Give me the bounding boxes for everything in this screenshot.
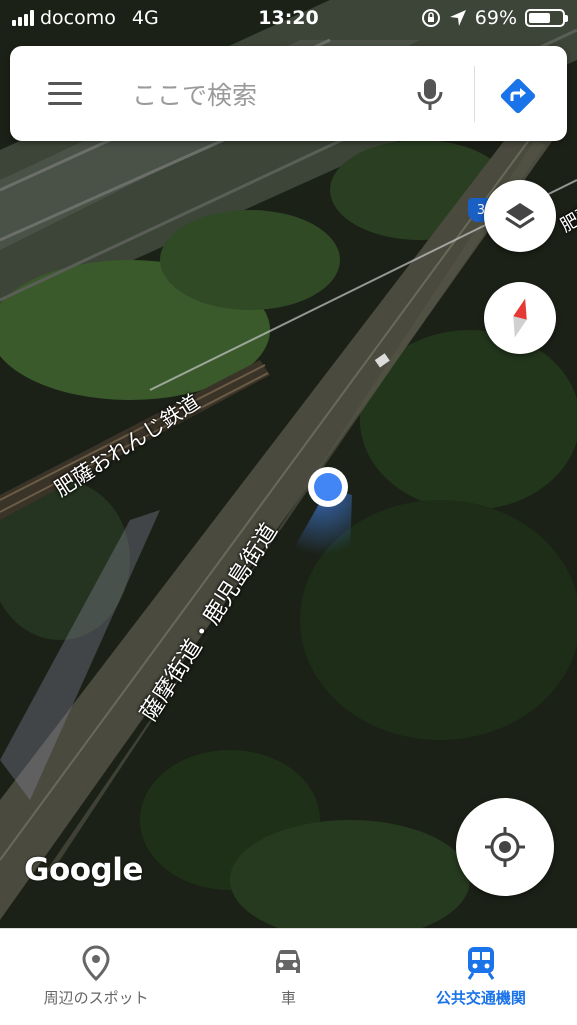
compass-button[interactable] bbox=[484, 282, 556, 354]
layers-icon bbox=[505, 203, 535, 229]
tab-driving[interactable]: 車 bbox=[192, 929, 384, 1025]
microphone-icon[interactable] bbox=[410, 74, 450, 114]
search-divider bbox=[474, 66, 475, 122]
google-logo: Google bbox=[24, 852, 143, 888]
directions-icon[interactable] bbox=[498, 76, 538, 116]
crosshair-icon bbox=[485, 827, 525, 867]
layers-button[interactable] bbox=[484, 180, 556, 252]
tab-label: 車 bbox=[280, 989, 296, 1007]
location-arrow-icon bbox=[449, 10, 466, 26]
rotation-lock-icon bbox=[421, 9, 440, 27]
search-input[interactable]: ここで検索 bbox=[132, 76, 257, 112]
place-pin-icon bbox=[82, 945, 110, 981]
tab-label: 公共交通機関 bbox=[435, 989, 526, 1007]
tab-transit[interactable]: 公共交通機関 bbox=[385, 929, 577, 1025]
menu-icon[interactable] bbox=[48, 82, 82, 106]
train-icon bbox=[467, 947, 495, 980]
bottom-nav: 周辺のスポット 車 公共交通機関 bbox=[0, 928, 577, 1025]
status-bar: docomo 4G 13:20 69% bbox=[0, 0, 577, 38]
battery-icon bbox=[525, 9, 568, 27]
compass-icon bbox=[513, 298, 527, 338]
car-icon bbox=[276, 949, 301, 973]
search-bar[interactable]: ここで検索 bbox=[10, 46, 567, 141]
battery-percent: 69% bbox=[474, 7, 517, 29]
tab-label: 周辺のスポット bbox=[43, 989, 149, 1007]
my-location-button[interactable] bbox=[456, 798, 554, 896]
tab-explore[interactable]: 周辺のスポット bbox=[0, 929, 192, 1025]
